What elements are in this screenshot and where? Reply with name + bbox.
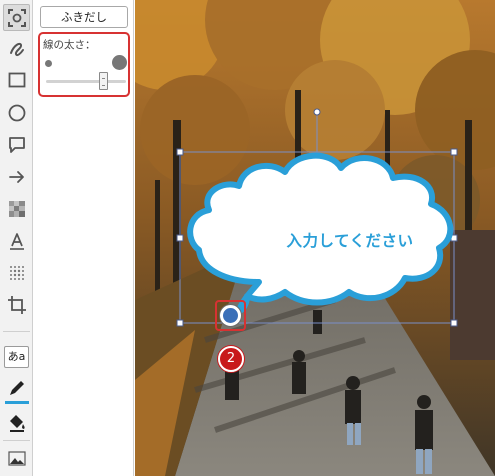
arrow-icon <box>8 170 24 183</box>
stroke-color-button[interactable] <box>3 374 30 401</box>
line-width-control: 線の太さ： <box>38 32 130 97</box>
toolbar-divider <box>3 331 30 332</box>
select-icon <box>7 8 26 27</box>
text-icon <box>9 232 24 250</box>
blur-tool-button[interactable] <box>3 259 30 286</box>
balloon-tool-button[interactable] <box>3 131 30 158</box>
font-button-label: あa <box>4 345 29 368</box>
toolbar-divider <box>3 440 30 441</box>
property-panel: ふきだし 線の太さ： <box>34 0 134 476</box>
paint-bucket-icon <box>9 414 25 432</box>
thin-line-dot <box>45 60 52 67</box>
line-width-slider-thumb[interactable] <box>99 72 109 90</box>
freehand-tool-button[interactable] <box>3 34 30 61</box>
mosaic-icon <box>8 200 25 217</box>
rectangle-tool-button[interactable] <box>3 66 30 93</box>
balloon-text[interactable]: 入力してください <box>255 229 445 251</box>
fill-color-button[interactable] <box>3 408 30 435</box>
rectangle-icon <box>8 72 25 87</box>
blur-icon <box>9 265 24 280</box>
left-toolbar: あa <box>0 0 33 476</box>
ellipse-tool-button[interactable] <box>3 99 30 126</box>
ellipse-icon <box>8 104 25 121</box>
freehand-icon <box>9 42 24 56</box>
pen-icon <box>9 380 24 395</box>
select-tool-button[interactable] <box>3 4 30 31</box>
line-width-label: 線の太さ： <box>43 39 96 51</box>
crop-tool-button[interactable] <box>3 291 30 318</box>
balloon-mode-button[interactable]: ふきだし <box>40 6 128 28</box>
balloon-tail-handle[interactable] <box>220 305 241 326</box>
image-icon <box>7 450 26 466</box>
callout-badge-2: 2 <box>218 346 244 372</box>
thick-line-dot <box>112 55 127 70</box>
arrow-tool-button[interactable] <box>3 163 30 190</box>
crop-icon <box>7 295 26 314</box>
font-tool-button[interactable]: あa <box>3 343 30 370</box>
stroke-color-indicator <box>5 401 29 404</box>
text-tool-button[interactable] <box>3 227 30 254</box>
mosaic-tool-button[interactable] <box>3 195 30 222</box>
image-tool-button[interactable] <box>3 444 30 471</box>
line-width-slider-track[interactable] <box>46 80 126 83</box>
image-canvas[interactable]: 入力してください <box>135 0 495 476</box>
speech-balloon-icon <box>8 136 25 153</box>
